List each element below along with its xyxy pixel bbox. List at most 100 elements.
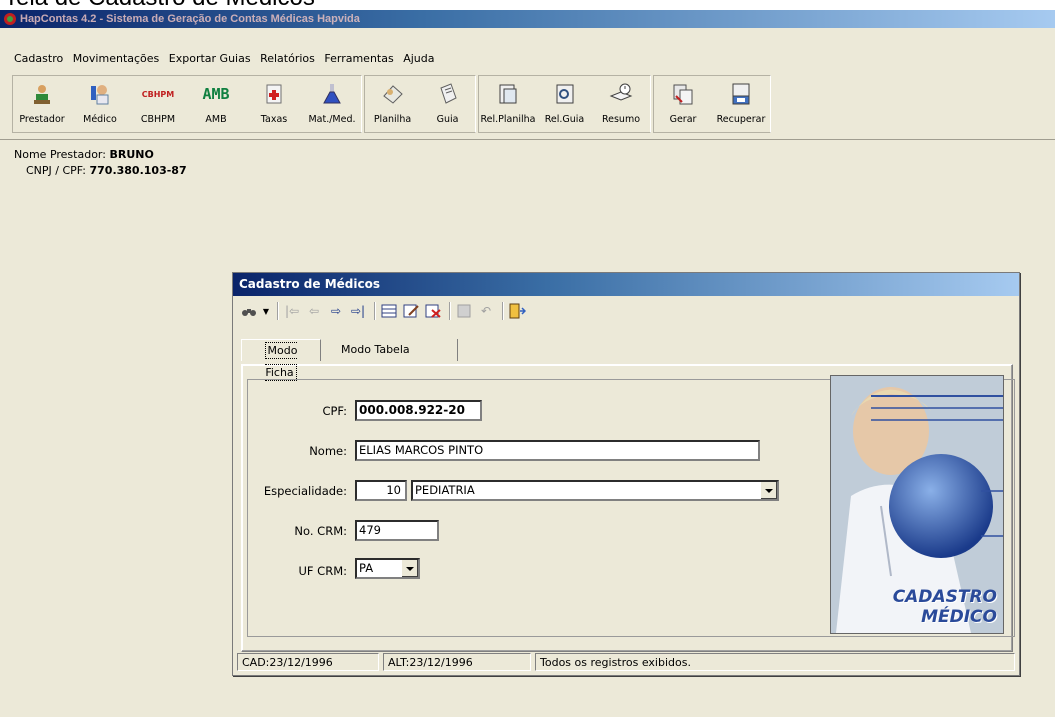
cpf-field[interactable]: 000.008.922-20 [355,400,482,421]
status-message: Todos os registros exibidos. [535,653,1015,671]
especialidade-code-field[interactable]: 10 [355,480,407,501]
report-planilha-icon [499,84,517,104]
taxas-icon [266,84,282,104]
prior-record-button[interactable]: ⇦ [304,301,324,321]
taxas-label: Taxas [260,114,288,125]
prestador-cnpj-label: CNPJ / CPF: [26,164,86,177]
prestador-cnpj-value: 770.380.103-87 [89,164,187,177]
tab-modo-ficha-label: Modo Ficha [264,342,298,381]
guia-label: Guia [436,114,459,125]
main-toolbar: Prestador Médico CBHPM CBHPM AMB AMB Tax… [12,75,773,133]
menu-cadastro[interactable]: Cadastro [14,52,63,65]
nav-separator [277,302,278,320]
first-record-button[interactable]: |⇦ [282,301,302,321]
menu-bar: Cadastro Movimentações Exportar Guias Re… [14,52,440,70]
gerar-button[interactable]: Gerar [654,76,712,132]
search-binoculars-button[interactable] [239,301,259,321]
nav-separator [374,302,375,320]
prestador-info: Nome Prestador: BRUNO CNPJ / CPF: 770.38… [14,147,187,179]
prestador-icon [34,85,50,104]
menu-relatorios[interactable]: Relatórios [260,52,315,65]
record-navigator: ▼ |⇦ ⇦ ⇨ ⇨| ↶ [239,300,529,322]
medico-button[interactable]: Médico [71,76,129,132]
cbhpm-icon-text: CBHPM [141,89,175,99]
cadastro-medico-banner: CADASTRO MÉDICO [830,375,1004,634]
rel-planilha-label: Rel.Planilha [480,114,536,125]
prestador-name-value: BRUNO [109,148,154,161]
guia-button[interactable]: Guia [420,76,475,132]
toolbar-divider [0,139,1055,140]
window-title: Cadastro de Médicos [233,273,1019,296]
mat-med-button[interactable]: Mat./Med. [303,76,361,132]
medico-label: Médico [83,114,117,125]
gerar-label: Gerar [669,114,697,125]
binoculars-icon [242,309,256,316]
chevron-down-icon[interactable]: ▼ [261,301,271,321]
menu-ajuda[interactable]: Ajuda [403,52,434,65]
especialidade-select-value: PEDIATRIA [415,483,475,497]
rel-guia-button[interactable]: Rel.Guia [537,76,592,132]
exit-window-button[interactable] [507,301,527,321]
cbhpm-button[interactable]: CBHPM CBHPM [129,76,187,132]
guia-icon [439,83,457,104]
toolbar-group-cadastro: Prestador Médico CBHPM CBHPM AMB AMB Tax… [12,75,362,133]
planilha-icon [382,85,403,104]
edit-icon [403,304,419,318]
recuperar-button[interactable]: Recuperar [712,76,770,132]
medico-icon [91,85,109,105]
toolbar-group-relatorios: Rel.Planilha Rel.Guia Resumo [478,75,651,133]
planilha-label: Planilha [373,114,412,125]
menu-movimentacoes[interactable]: Movimentações [73,52,160,65]
rel-planilha-button[interactable]: Rel.Planilha [479,76,537,132]
rel-guia-label: Rel.Guia [544,114,585,125]
cbhpm-icon: CBHPM [142,82,175,106]
especialidade-select[interactable]: PEDIATRIA [411,480,779,501]
prestador-button[interactable]: Prestador [13,76,71,132]
exit-door-icon [509,303,526,319]
last-record-button[interactable]: ⇨| [348,301,368,321]
tab-modo-ficha[interactable]: Modo Ficha [241,339,321,381]
amb-button[interactable]: AMB AMB [187,76,245,132]
taxas-button[interactable]: Taxas [245,76,303,132]
report-guia-icon [556,84,573,104]
especialidade-label: Especialidade: [263,484,347,498]
cancel-record-button[interactable]: ↶ [476,301,496,321]
uf-crm-select-value: PA [359,561,374,575]
app-logo-icon [4,13,16,25]
delete-record-button[interactable] [423,301,443,321]
gerar-icon [673,84,693,105]
mat-med-label: Mat./Med. [308,114,356,125]
resumo-button[interactable]: Resumo [592,76,650,132]
prestador-name-label: Nome Prestador: [14,148,106,161]
menu-ferramentas[interactable]: Ferramentas [324,52,393,65]
app-titlebar: HapContas 4.2 - Sistema de Geração de Co… [0,10,1055,28]
nav-separator [502,302,503,320]
uf-crm-label: UF CRM: [298,564,347,578]
tab-modo-tabela[interactable]: Modo Tabela [335,339,458,361]
chevron-down-icon[interactable] [760,482,777,499]
toolbar-group-exportar: Gerar Recuperar [653,75,771,133]
next-record-button[interactable]: ⇨ [326,301,346,321]
planilha-button[interactable]: Planilha [365,76,420,132]
edit-record-button[interactable] [401,301,421,321]
toolbar-group-movimentacoes: Planilha Guia [364,75,476,133]
status-altered-date: ALT:23/12/1996 [383,653,531,671]
chevron-down-icon[interactable] [401,560,418,577]
cbhpm-label: CBHPM [140,114,176,125]
recuperar-label: Recuperar [716,114,766,125]
amb-label: AMB [205,114,227,125]
save-record-button[interactable] [454,301,474,321]
nome-field[interactable]: ELIAS MARCOS PINTO [355,440,760,461]
status-bar: CAD:23/12/1996 ALT:23/12/1996 Todos os r… [237,653,1015,673]
crm-label: No. CRM: [294,524,347,538]
flask-icon [323,84,341,104]
menu-exportar-guias[interactable]: Exportar Guias [169,52,251,65]
delete-icon [425,304,441,318]
crm-field[interactable]: 479 [355,520,439,541]
prestador-label: Prestador [19,114,65,125]
insert-record-button[interactable] [379,301,399,321]
banner-text-line1: CADASTRO [892,587,997,607]
cpf-label: CPF: [322,404,347,418]
amb-icon-text: AMB [202,85,230,103]
uf-crm-select[interactable]: PA [355,558,420,579]
